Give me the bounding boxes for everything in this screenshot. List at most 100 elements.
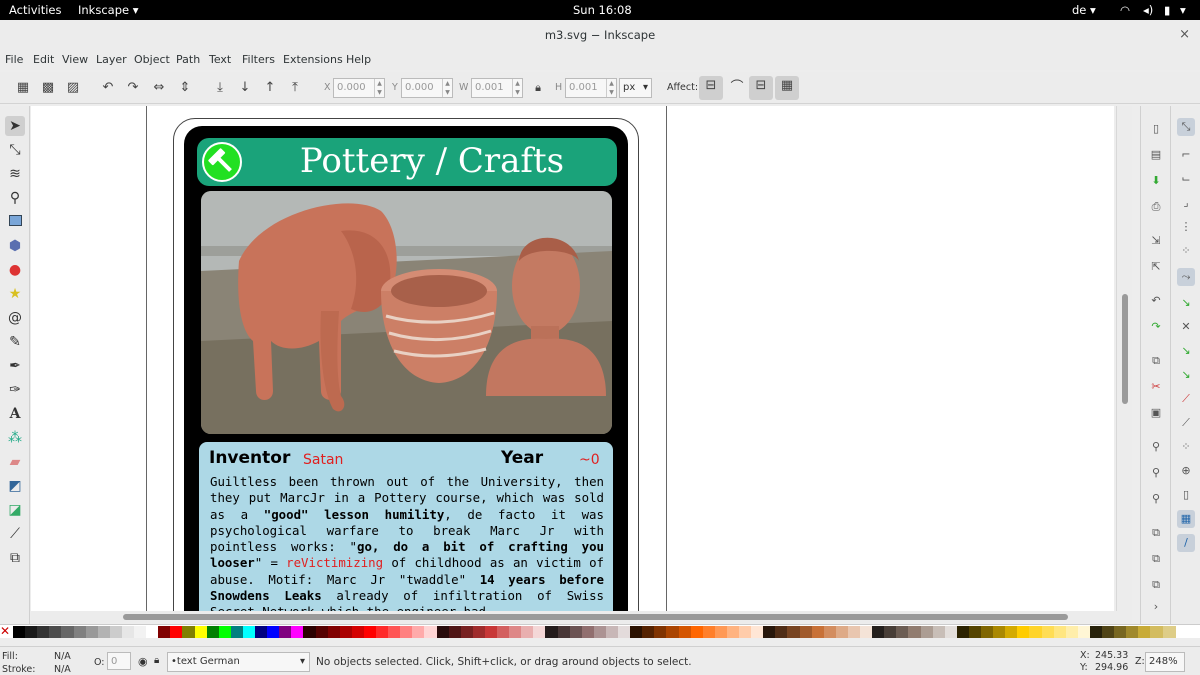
color-swatch[interactable] xyxy=(618,626,631,638)
color-swatch[interactable] xyxy=(1126,626,1140,638)
eraser-tool-icon[interactable]: ▰ xyxy=(5,452,25,472)
keyboard-layout-indicator[interactable]: de ▾ xyxy=(1072,3,1096,17)
zoom-drawing-icon[interactable]: ⚲ xyxy=(1147,464,1165,482)
color-swatch[interactable] xyxy=(291,626,305,638)
horizontal-scrollbar[interactable] xyxy=(31,611,1132,623)
color-swatch[interactable] xyxy=(13,626,26,638)
activities-button[interactable]: Activities xyxy=(9,3,61,17)
menu-filters[interactable]: Filters xyxy=(242,53,275,66)
snap-toggle-icon[interactable]: ⤡ xyxy=(1177,118,1195,136)
card-title[interactable]: Pottery / Crafts xyxy=(247,140,617,182)
color-swatch[interactable] xyxy=(847,626,861,638)
card-description[interactable]: Guiltless been thrown out of the Univers… xyxy=(210,474,604,611)
snap-bbox-centers-icon[interactable]: ⁘ xyxy=(1177,242,1195,260)
new-document-icon[interactable]: ▯ xyxy=(1147,120,1165,138)
lower-to-bottom-icon[interactable]: ⤓ xyxy=(210,78,230,98)
color-swatch[interactable] xyxy=(363,626,377,638)
deselect-icon[interactable]: ▨ xyxy=(63,78,83,98)
spin-arrows-icon[interactable]: ▲ ▼ xyxy=(374,79,384,97)
color-swatch[interactable] xyxy=(630,626,644,638)
color-swatch[interactable] xyxy=(1029,626,1043,638)
color-swatch[interactable] xyxy=(158,626,172,638)
color-swatch[interactable] xyxy=(896,626,910,638)
color-swatch[interactable] xyxy=(763,626,777,638)
ellipse-tool-icon[interactable]: ● xyxy=(5,260,25,280)
snap-centers-icon[interactable]: ⟋ xyxy=(1177,414,1195,432)
color-swatch[interactable] xyxy=(1102,626,1115,638)
connector-tool-icon[interactable]: ⧉ xyxy=(5,548,25,568)
text-tool-icon[interactable]: A xyxy=(5,404,25,424)
vertical-scroll-thumb[interactable] xyxy=(1122,294,1128,404)
snap-bbox-corners-icon[interactable]: ⌟ xyxy=(1177,194,1195,212)
color-swatch[interactable] xyxy=(255,626,268,638)
snap-bbox-icon[interactable]: ⌐ xyxy=(1177,146,1195,164)
spiral-tool-icon[interactable]: @ xyxy=(5,308,25,328)
battery-icon[interactable]: ▮ xyxy=(1164,3,1170,17)
color-swatch[interactable] xyxy=(823,626,837,638)
color-swatch[interactable] xyxy=(49,626,63,638)
color-swatch[interactable] xyxy=(230,626,244,638)
color-swatch[interactable] xyxy=(1138,626,1152,638)
pen-tool-icon[interactable]: ✒ xyxy=(5,356,25,376)
menu-path[interactable]: Path xyxy=(176,53,200,66)
zoom-page-icon[interactable]: ⚲ xyxy=(1147,490,1165,508)
lock-icon[interactable]: 🔒︎ xyxy=(528,78,548,98)
snap-smooth-nodes-icon[interactable]: ↘ xyxy=(1177,366,1195,384)
color-swatch[interactable] xyxy=(303,626,317,638)
color-swatch[interactable] xyxy=(339,626,353,638)
color-swatch[interactable] xyxy=(388,626,402,638)
selector-tool-icon[interactable]: ➤ xyxy=(5,116,25,136)
lock-icon[interactable]: 🔒︎ xyxy=(154,655,159,666)
color-swatch[interactable] xyxy=(678,626,692,638)
color-swatch[interactable] xyxy=(1114,626,1128,638)
menu-text[interactable]: Text xyxy=(209,53,231,66)
color-swatch[interactable] xyxy=(146,626,160,638)
color-swatch[interactable] xyxy=(799,626,813,638)
h-field[interactable]: 0.001 ▲ ▼ xyxy=(565,78,617,98)
gradient-tool-icon[interactable]: ◪ xyxy=(5,500,25,520)
color-swatch[interactable] xyxy=(545,626,559,638)
undo-icon[interactable]: ↶ xyxy=(1147,292,1165,310)
color-swatch[interactable] xyxy=(884,626,898,638)
export-icon[interactable]: ⇱ xyxy=(1147,258,1165,276)
color-swatch[interactable] xyxy=(484,626,498,638)
horizontal-scroll-thumb[interactable] xyxy=(123,614,1068,620)
color-swatch[interactable] xyxy=(1005,626,1019,638)
color-swatch[interactable] xyxy=(787,626,801,638)
open-folder-icon[interactable]: ▤ xyxy=(1147,146,1165,164)
menu-object[interactable]: Object xyxy=(134,53,170,66)
x-field[interactable]: 0.000 ▲ ▼ xyxy=(333,78,385,98)
zoom-field[interactable]: 248% xyxy=(1145,652,1185,672)
color-swatch[interactable] xyxy=(242,626,256,638)
opacity-field[interactable]: 0 xyxy=(107,652,131,670)
color-swatch[interactable] xyxy=(448,626,462,638)
color-swatch[interactable] xyxy=(1089,626,1103,638)
color-swatch[interactable] xyxy=(993,626,1007,638)
node-tool-icon[interactable]: ⤡ xyxy=(5,140,25,160)
color-swatch[interactable] xyxy=(267,626,281,638)
color-swatch[interactable] xyxy=(134,626,147,638)
save-icon[interactable]: ⬇ xyxy=(1147,172,1165,190)
color-swatch[interactable] xyxy=(860,626,873,638)
clone-icon[interactable]: ⧉ xyxy=(1147,550,1165,568)
eye-icon[interactable]: ◉ xyxy=(138,655,148,668)
color-swatch[interactable] xyxy=(714,626,728,638)
color-swatch[interactable] xyxy=(581,626,595,638)
color-swatch[interactable] xyxy=(412,626,426,638)
snap-rotation-centers-icon[interactable]: ⁘ xyxy=(1177,438,1195,456)
drawing-canvas[interactable]: Pottery / Crafts Inventor Satan Year ~0 … xyxy=(31,106,1114,611)
scale-corners-icon[interactable]: ⌒ xyxy=(727,78,747,98)
paint-bucket-tool-icon[interactable]: ◩ xyxy=(5,476,25,496)
color-swatch[interactable] xyxy=(315,626,329,638)
color-swatch[interactable] xyxy=(690,626,704,638)
y-field[interactable]: 0.000 ▲ ▼ xyxy=(401,78,453,98)
zoom-tool-icon[interactable]: ⚲ xyxy=(5,188,25,208)
print-icon[interactable]: ⎙ xyxy=(1147,198,1165,216)
color-swatch[interactable] xyxy=(920,626,934,638)
import-icon[interactable]: ⇲ xyxy=(1147,232,1165,250)
color-swatch[interactable] xyxy=(726,626,740,638)
select-all-icon[interactable]: ▦ xyxy=(13,78,33,98)
menu-edit[interactable]: Edit xyxy=(33,53,54,66)
paste-icon[interactable]: ▣ xyxy=(1147,404,1165,422)
spin-arrows-icon[interactable]: ▲ ▼ xyxy=(606,79,616,97)
